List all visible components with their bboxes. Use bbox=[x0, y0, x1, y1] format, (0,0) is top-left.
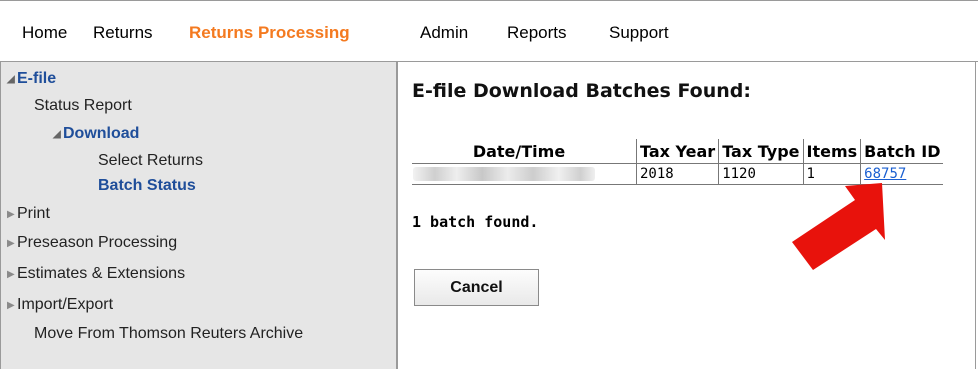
batches-table: Date/Time Tax Year Tax Type Items Batch … bbox=[412, 139, 944, 185]
column-header-batch-id: Batch ID bbox=[860, 139, 944, 164]
sidebar-item-label: Print bbox=[17, 205, 50, 222]
sidebar-item-efile[interactable]: ◢ E-file bbox=[7, 69, 56, 89]
sidebar-item-print[interactable]: ▶ Print bbox=[7, 204, 50, 224]
triangle-closed-icon: ▶ bbox=[7, 300, 15, 311]
sidebar-item-import-export[interactable]: ▶ Import/Export bbox=[7, 295, 113, 315]
nav-home[interactable]: Home bbox=[22, 23, 67, 43]
batch-id-link[interactable]: 68757 bbox=[864, 166, 906, 182]
sidebar-item-label: Preseason Processing bbox=[17, 234, 178, 251]
cell-tax-year: 2018 bbox=[635, 163, 719, 185]
column-header-date-time: Date/Time bbox=[412, 139, 637, 164]
page-title: E-file Download Batches Found: bbox=[412, 80, 751, 102]
sidebar-item-preseason[interactable]: ▶ Preseason Processing bbox=[7, 233, 177, 253]
nav-returns[interactable]: Returns bbox=[93, 23, 153, 43]
sidebar-item-label: Download bbox=[63, 125, 140, 142]
column-header-tax-type: Tax Type bbox=[718, 139, 803, 164]
cell-date-time bbox=[412, 163, 637, 185]
red-arrow-annotation bbox=[792, 183, 885, 270]
sidebar-item-download[interactable]: ◢ Download bbox=[53, 124, 139, 144]
sidebar-item-select-returns[interactable]: Select Returns bbox=[98, 151, 203, 170]
triangle-closed-icon: ▶ bbox=[7, 238, 15, 249]
table-row: 2018 1120 1 68757 bbox=[412, 163, 944, 185]
sidebar-item-label: Estimates & Extensions bbox=[17, 265, 186, 282]
nav-admin[interactable]: Admin bbox=[420, 23, 468, 43]
batch-count-text: 1 batch found. bbox=[412, 213, 539, 231]
cancel-button[interactable]: Cancel bbox=[414, 269, 539, 306]
redacted-date-time bbox=[413, 167, 595, 181]
triangle-closed-icon: ▶ bbox=[7, 209, 15, 220]
cell-tax-type: 1120 bbox=[718, 163, 803, 185]
sidebar-item-estimates[interactable]: ▶ Estimates & Extensions bbox=[7, 264, 185, 284]
sidebar-item-move-archive[interactable]: Move From Thomson Reuters Archive bbox=[34, 324, 303, 343]
nav-reports[interactable]: Reports bbox=[507, 23, 567, 43]
nav-support[interactable]: Support bbox=[609, 23, 669, 43]
sidebar-item-label: Import/Export bbox=[17, 296, 114, 313]
table-header-row: Date/Time Tax Year Tax Type Items Batch … bbox=[412, 139, 944, 164]
triangle-closed-icon: ▶ bbox=[7, 269, 15, 280]
cell-items: 1 bbox=[802, 163, 861, 185]
cell-batch-id: 68757 bbox=[860, 163, 944, 185]
column-header-tax-year: Tax Year bbox=[635, 139, 719, 164]
sidebar-item-batch-status[interactable]: Batch Status bbox=[98, 176, 196, 195]
column-header-items: Items bbox=[802, 139, 861, 164]
triangle-open-icon: ◢ bbox=[53, 129, 61, 140]
sidebar: ◢ E-file Status Report ◢ Download Select R… bbox=[1, 62, 398, 369]
sidebar-item-label: E-file bbox=[17, 70, 57, 87]
sidebar-item-status-report[interactable]: Status Report bbox=[34, 96, 132, 115]
top-navigation: Home Returns Returns Processing Admin Re… bbox=[0, 0, 978, 62]
nav-returns-processing[interactable]: Returns Processing bbox=[189, 23, 350, 43]
triangle-open-icon: ◢ bbox=[7, 74, 15, 85]
